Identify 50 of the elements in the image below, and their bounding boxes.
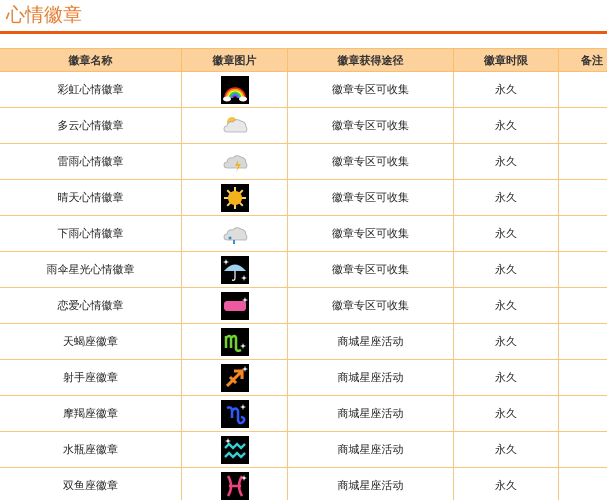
column-header: 徽章时限 [454,48,558,72]
column-header: 徽章获得途径 [288,48,454,72]
badge-name: 双鱼座徽章 [63,479,118,492]
badge-name: 雷雨心情徽章 [58,155,124,168]
badge-duration: 永久 [495,371,517,384]
capricorn-sign-icon [220,400,248,428]
badge-name: 多云心情徽章 [58,119,124,132]
badge-name: 天蝎座徽章 [63,335,118,348]
umbrella-icon [220,256,248,284]
badge-source: 徽章专区可收集 [332,191,409,204]
badge-duration: 永久 [495,443,517,456]
badge-source: 徽章专区可收集 [332,83,409,96]
badge-source: 商城星座活动 [338,407,404,420]
glowing-label-icon [220,292,248,320]
badge-source: 徽章专区可收集 [332,299,409,312]
badge-name: 水瓶座徽章 [63,443,118,456]
column-header: 备注 [558,48,607,72]
badge-name: 恋爱心情徽章 [58,299,124,312]
badge-source: 商城星座活动 [338,335,404,348]
badge-name: 射手座徽章 [63,371,118,384]
badge-duration: 永久 [495,479,517,492]
badge-name: 晴天心情徽章 [58,191,124,204]
badge-duration: 永久 [495,299,517,312]
pisces-sign-icon [220,472,248,500]
badge-duration: 永久 [495,191,517,204]
column-header: 徽章图片 [182,48,288,72]
badge-name: 摩羯座徽章 [63,407,118,420]
badge-source: 商城星座活动 [338,479,404,492]
badge-duration: 永久 [495,263,517,276]
sun-icon [220,184,248,212]
badge-name: 彩虹心情徽章 [58,83,124,96]
waves-sign-icon [220,436,248,464]
scorpio-sign-icon [220,328,248,356]
badge-duration: 永久 [495,335,517,348]
badge-source: 徽章专区可收集 [332,119,409,132]
badge-duration: 永久 [495,155,517,168]
badge-source: 徽章专区可收集 [332,155,409,168]
badge-source: 徽章专区可收集 [332,227,409,240]
badge-name: 下雨心情徽章 [58,227,124,240]
badge-source: 徽章专区可收集 [332,263,409,276]
badge-name: 雨伞星光心情徽章 [46,263,134,276]
column-header: 徽章名称 [0,48,182,72]
arrow-sign-icon [220,364,248,392]
badge-duration: 永久 [495,83,517,96]
badge-duration: 永久 [495,407,517,420]
badge-source: 商城星座活动 [338,371,404,384]
badge-duration: 永久 [495,119,517,132]
badge-duration: 永久 [495,227,517,240]
rainbow-icon [220,76,248,104]
badge-source: 商城星座活动 [338,443,404,456]
